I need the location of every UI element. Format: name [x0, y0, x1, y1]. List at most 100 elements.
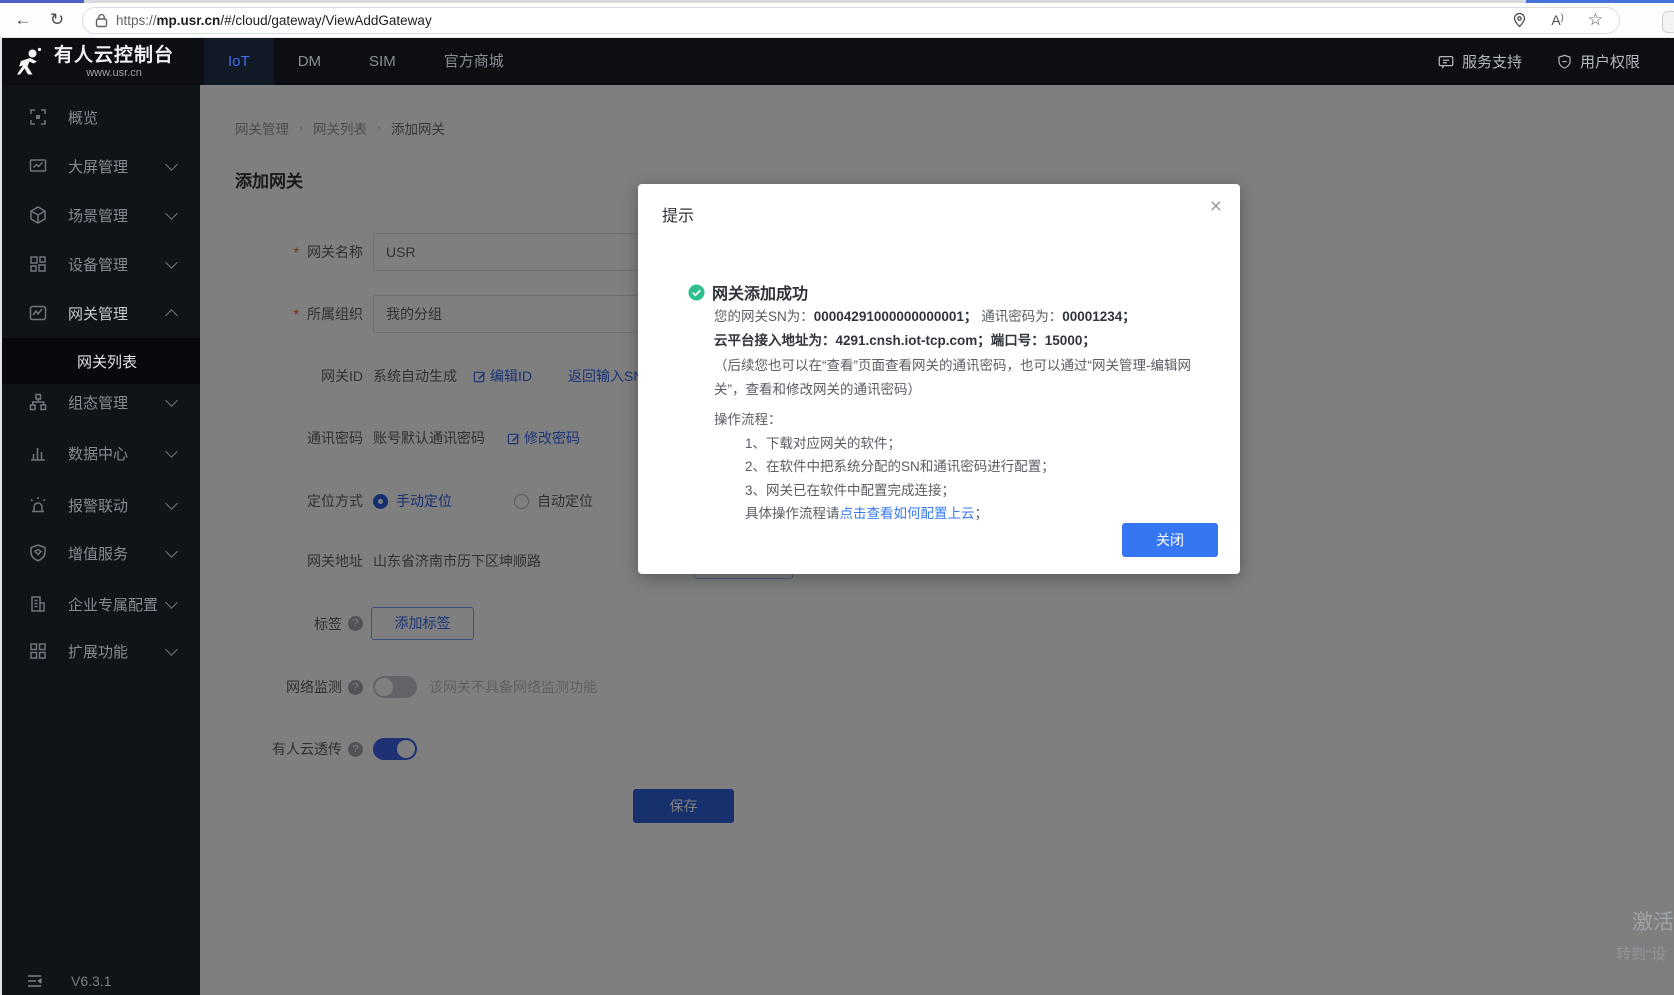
service-support-label: 服务支持: [1461, 54, 1522, 71]
step-1: 1、下载对应网关的软件；: [745, 435, 902, 451]
flow-title: 操作流程：: [714, 412, 782, 427]
value-service-icon: [28, 543, 48, 563]
gateway-icon: [28, 303, 48, 323]
service-support[interactable]: 服务支持: [1437, 51, 1522, 72]
step-2: 2、在软件中把系统分配的SN和通讯密码进行配置；: [745, 459, 1055, 474]
chevron-down-icon: [165, 393, 178, 407]
tab-official-store[interactable]: 官方商城: [420, 38, 528, 85]
sidebar-label: 组态管理: [68, 394, 129, 412]
success-check-icon: [688, 283, 705, 301]
chevron-up-icon: [165, 308, 178, 322]
browser-profile-partial[interactable]: [1662, 11, 1674, 33]
chat-bubble-icon: [1437, 53, 1455, 71]
tab-dm[interactable]: DM: [274, 38, 345, 85]
success-dialog: 提示 × 网关添加成功 您的网关SN为：00004291000000000001…: [638, 184, 1240, 574]
extension-icon: [28, 641, 48, 661]
app-version: V6.3.1: [71, 973, 112, 989]
sn-line: 您的网关SN为：00004291000000000001； 通讯密码为：0000…: [714, 309, 1136, 324]
sidebar-item-extensions[interactable]: 扩展功能: [0, 627, 200, 675]
sidebar-label: 扩展功能: [68, 643, 129, 661]
watermark-line2: 转到“设: [1616, 946, 1666, 963]
sidebar: 概览 大屏管理 场景管理 设备管理 网关管理 网关列表 组态管理 数据中心 报警…: [0, 85, 200, 995]
data-center-icon: [28, 443, 48, 463]
detail-line: 具体操作流程请点击查看如何配置上云；: [745, 506, 988, 521]
url-scheme: https://: [116, 12, 157, 28]
sidebar-item-gateway-mgmt[interactable]: 网关管理: [0, 289, 200, 337]
sidebar-label: 大屏管理: [68, 158, 129, 176]
address-bar[interactable]: https://mp.usr.cn/#/cloud/gateway/ViewAd…: [82, 6, 1620, 34]
tab-accent-right: [1526, 0, 1674, 3]
chevron-down-icon: [165, 595, 178, 609]
enterprise-icon: [28, 594, 48, 614]
configurator-icon: [28, 392, 48, 412]
sidebar-label: 报警联动: [68, 497, 129, 515]
how-to-configure-link[interactable]: 点击查看如何配置上云: [840, 506, 975, 521]
read-aloud-icon[interactable]: A): [1551, 12, 1563, 29]
product-tabs: IoT DM SIM 官方商城: [204, 38, 528, 85]
overview-icon: [28, 107, 48, 127]
sidebar-label: 企业专属配置: [68, 596, 159, 614]
usr-person-logo-icon: [14, 46, 46, 78]
sidebar-item-scene-mgmt[interactable]: 场景管理: [0, 191, 200, 239]
tab-iot[interactable]: IoT: [204, 38, 274, 85]
brand-title: 有人云控制台: [54, 44, 175, 66]
refresh-icon[interactable]: ↻: [40, 10, 74, 30]
step-3: 3、网关已在软件中配置完成连接；: [745, 482, 956, 498]
tab-sim[interactable]: SIM: [345, 38, 420, 85]
url-path: /#/cloud/gateway/ViewAddGateway: [220, 12, 432, 28]
sidebar-item-value-services[interactable]: 增值服务: [0, 529, 200, 577]
url-text[interactable]: https://mp.usr.cn/#/cloud/gateway/ViewAd…: [116, 13, 1512, 28]
sidebar-label: 概览: [68, 109, 99, 127]
scene-icon: [28, 205, 48, 225]
sidebar-label: 增值服务: [68, 545, 129, 563]
sidebar-item-overview[interactable]: 概览: [0, 93, 200, 141]
chevron-down-icon: [165, 157, 178, 171]
sidebar-item-data-center[interactable]: 数据中心: [0, 429, 200, 477]
back-icon[interactable]: ←: [6, 10, 40, 30]
sidebar-item-enterprise-config[interactable]: 企业专属配置: [0, 580, 200, 628]
collapse-sidebar-icon[interactable]: [26, 973, 43, 989]
window-left-edge: [0, 38, 2, 995]
dialog-title: 提示: [662, 208, 695, 225]
user-permission-label: 用户权限: [1579, 54, 1640, 71]
sidebar-item-screen-mgmt[interactable]: 大屏管理: [0, 142, 200, 190]
brand-subtitle: www.usr.cn: [86, 66, 142, 79]
note-line: （后续您也可以在“查看”页面查看网关的通讯密码，也可以通过“网关管理-编辑网关”…: [714, 358, 1191, 397]
app-topbar: 有人云控制台 www.usr.cn IoT DM SIM 官方商城 服务支持 用…: [0, 38, 1674, 85]
watermark-line1: 激活: [1632, 911, 1674, 934]
sidebar-label: 网关管理: [68, 305, 129, 323]
shield-icon: [1556, 53, 1573, 71]
dialog-body: 您的网关SN为：00004291000000000001； 通讯密码为：0000…: [714, 305, 1196, 526]
window-top-edge: [0, 0, 1674, 3]
pwd-value: 00001234；: [1062, 309, 1136, 324]
screen-icon: [28, 156, 48, 176]
location-pin-icon[interactable]: [1512, 12, 1527, 28]
tab-accent-left: [0, 0, 84, 3]
chevron-down-icon: [165, 642, 178, 656]
chevron-down-icon: [165, 206, 178, 220]
chevron-down-icon: [165, 496, 178, 510]
browser-toolbar: ← ↻ https://mp.usr.cn/#/cloud/gateway/Vi…: [0, 3, 1674, 38]
sidebar-label: 场景管理: [68, 207, 129, 225]
chevron-down-icon: [165, 255, 178, 269]
server-line: 云平台接入地址为：4291.cnsh.iot-tcp.com；端口号：15000…: [714, 332, 1096, 348]
sidebar-label: 设备管理: [68, 256, 129, 274]
favorites-star-icon[interactable]: ☆: [1588, 10, 1603, 30]
activation-watermark: 激活 转到“设: [1616, 906, 1674, 964]
chevron-down-icon: [165, 544, 178, 558]
user-permission[interactable]: 用户权限: [1556, 51, 1640, 72]
alarm-icon: [28, 495, 48, 515]
brand-logo[interactable]: 有人云控制台 www.usr.cn: [14, 45, 190, 79]
sidebar-item-device-mgmt[interactable]: 设备管理: [0, 240, 200, 288]
sn-value: 00004291000000000001；: [813, 309, 978, 324]
chevron-down-icon: [165, 444, 178, 458]
close-button[interactable]: 关闭: [1122, 523, 1218, 557]
sidebar-item-alarm-linkage[interactable]: 报警联动: [0, 481, 200, 529]
close-icon[interactable]: ×: [1210, 196, 1222, 217]
sidebar-label: 数据中心: [68, 445, 129, 463]
success-title: 网关添加成功: [712, 286, 809, 303]
device-icon: [28, 254, 48, 274]
url-host: mp.usr.cn: [156, 12, 221, 28]
lock-icon[interactable]: [95, 13, 108, 28]
sidebar-item-configurator[interactable]: 组态管理: [0, 378, 200, 426]
